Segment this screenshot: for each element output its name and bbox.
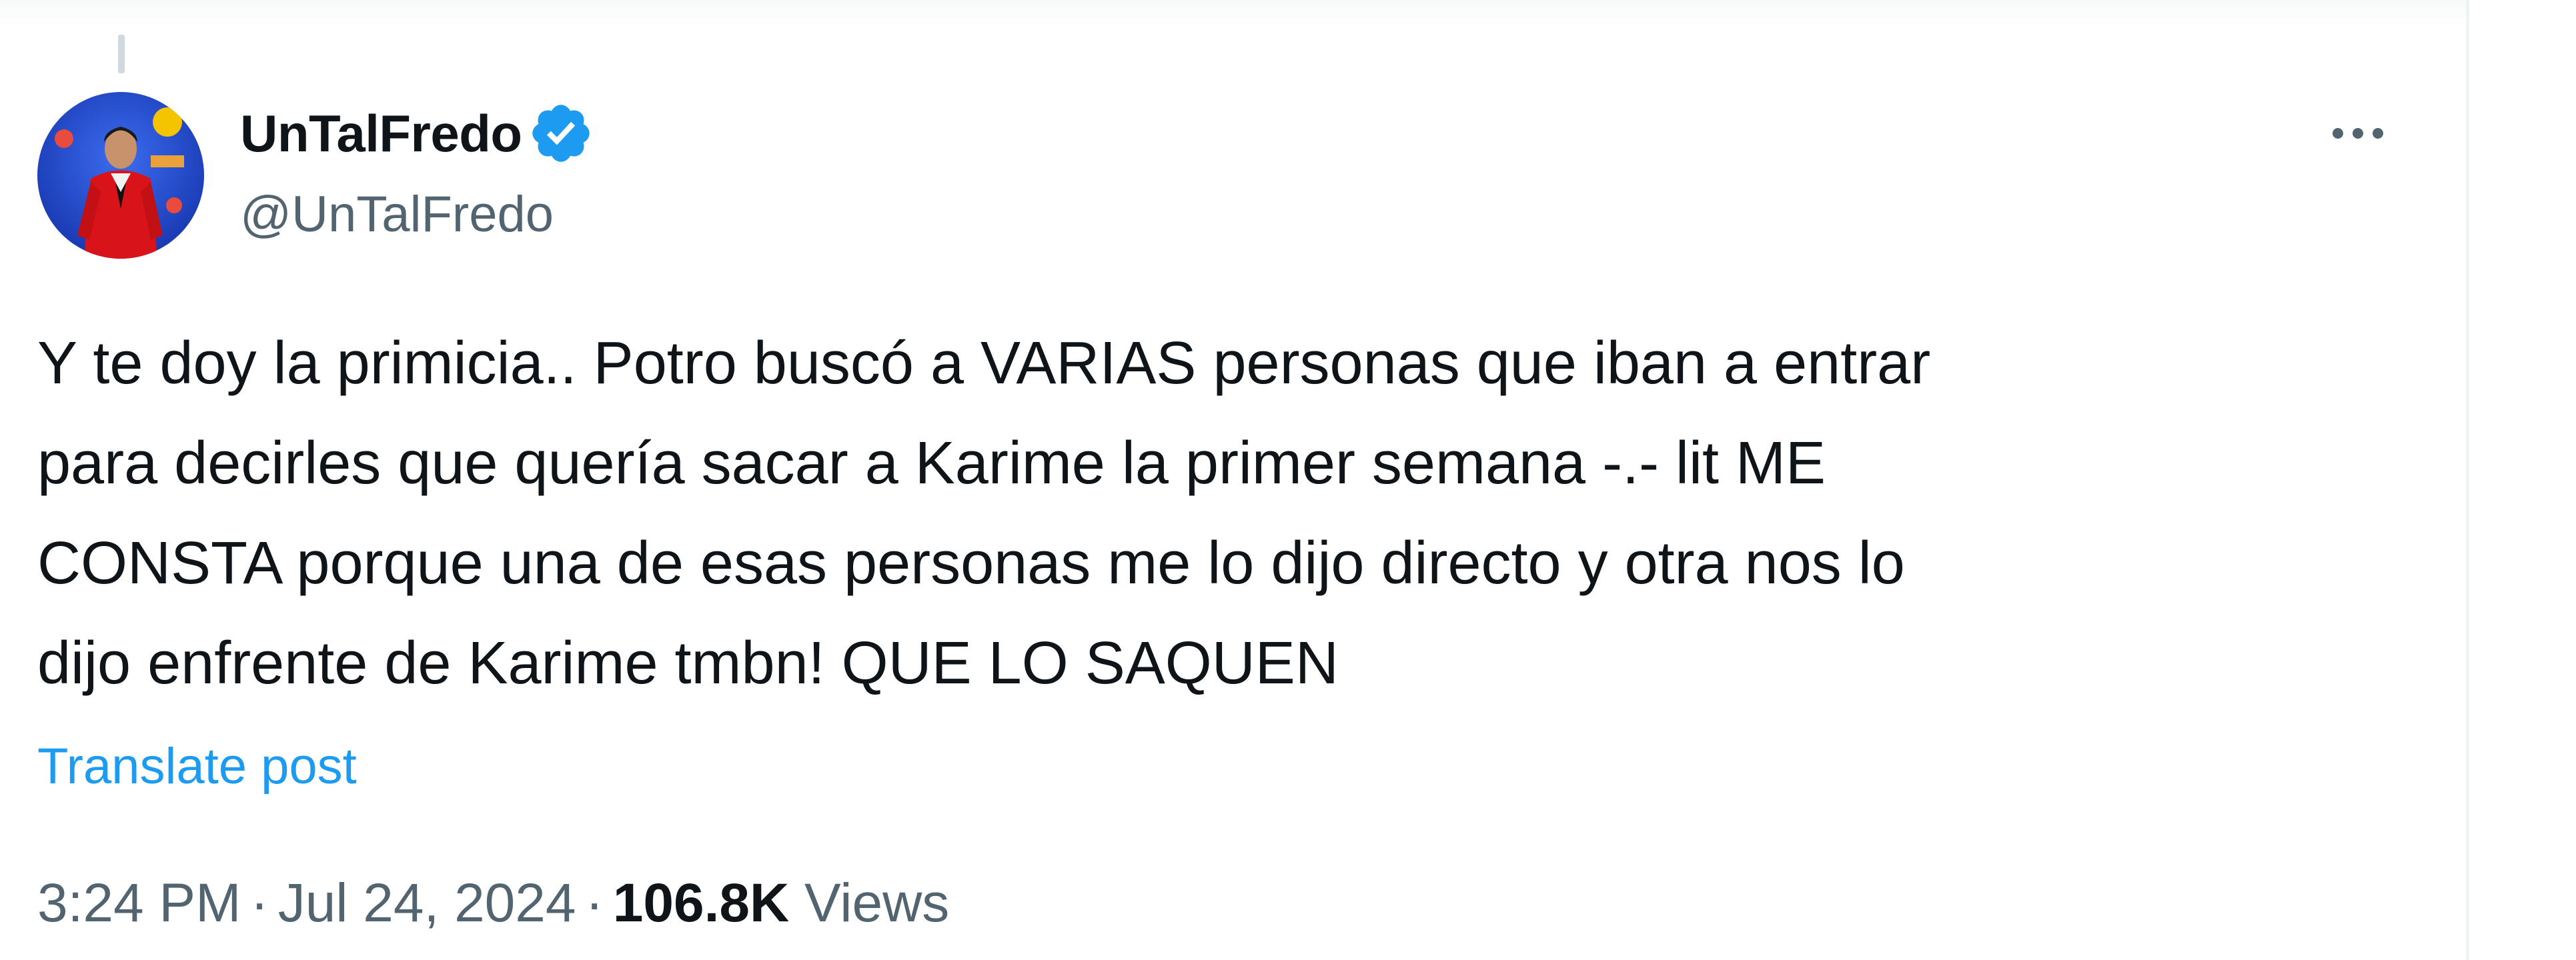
thread-connector-line — [118, 35, 125, 73]
post-text-line: Y te doy la primicia.. Potro buscó a VAR… — [37, 330, 1931, 397]
post-time[interactable]: 3:24 PM — [37, 873, 241, 933]
more-options-icon — [2333, 128, 2383, 139]
views-label: Views — [804, 873, 950, 933]
post-text-line: dijo enfrente de Karime tmbn! QUE LO SAQ… — [37, 630, 1339, 697]
views-count: 106.8K — [612, 873, 790, 933]
verified-badge-icon[interactable] — [528, 100, 594, 167]
author-handle[interactable]: @UnTalFredo — [240, 181, 554, 248]
translate-post-link[interactable]: Translate post — [37, 733, 357, 800]
post-date[interactable]: Jul 24, 2024 — [278, 873, 576, 933]
avatar-image — [37, 92, 204, 259]
post-text-line: CONSTA porque una de esas personas me lo… — [37, 530, 1905, 597]
author-name-row[interactable]: UnTalFredo — [240, 97, 594, 170]
post-meta: 3:24 PM · Jul 24, 2024 · 106.8K Views — [37, 867, 949, 940]
meta-separator: · — [250, 873, 269, 933]
meta-separator: · — [585, 873, 604, 933]
more-options-button[interactable] — [2311, 100, 2405, 167]
post-text: Y te doy la primicia.. Potro buscó a VAR… — [37, 313, 2412, 713]
right-pane — [2469, 0, 2576, 960]
avatar[interactable] — [37, 92, 204, 259]
display-name[interactable]: UnTalFredo — [240, 97, 522, 170]
previous-post-edge — [0, 0, 2468, 27]
post-text-line: para decirles que quería sacar a Karime … — [37, 430, 1826, 497]
